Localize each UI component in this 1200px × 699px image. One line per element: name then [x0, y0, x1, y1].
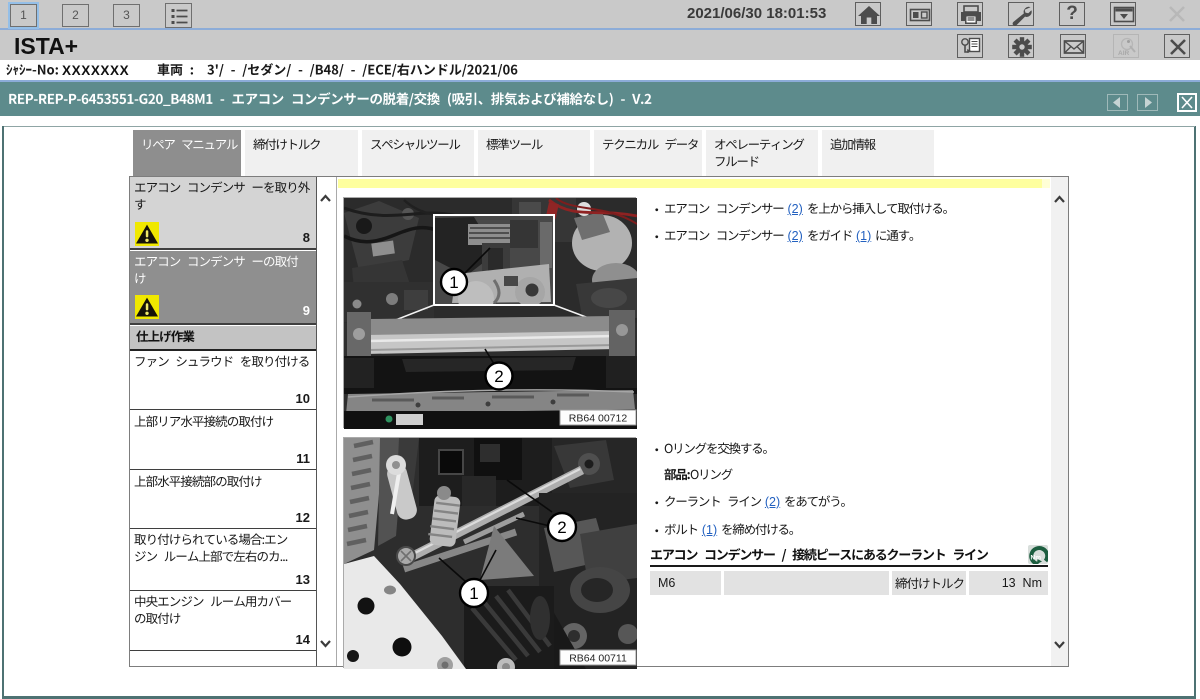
svg-text:RB64 00711: RB64 00711 — [569, 653, 627, 665]
svg-text:1: 1 — [449, 273, 458, 292]
svg-text:1: 1 — [469, 584, 478, 603]
svg-text:2: 2 — [557, 518, 566, 537]
svg-text:RB64 00712: RB64 00712 — [569, 413, 628, 425]
svg-text:2: 2 — [494, 367, 503, 386]
svg-text:AIR: AIR — [1118, 50, 1130, 57]
svg-text:Nm: Nm — [1031, 555, 1042, 562]
